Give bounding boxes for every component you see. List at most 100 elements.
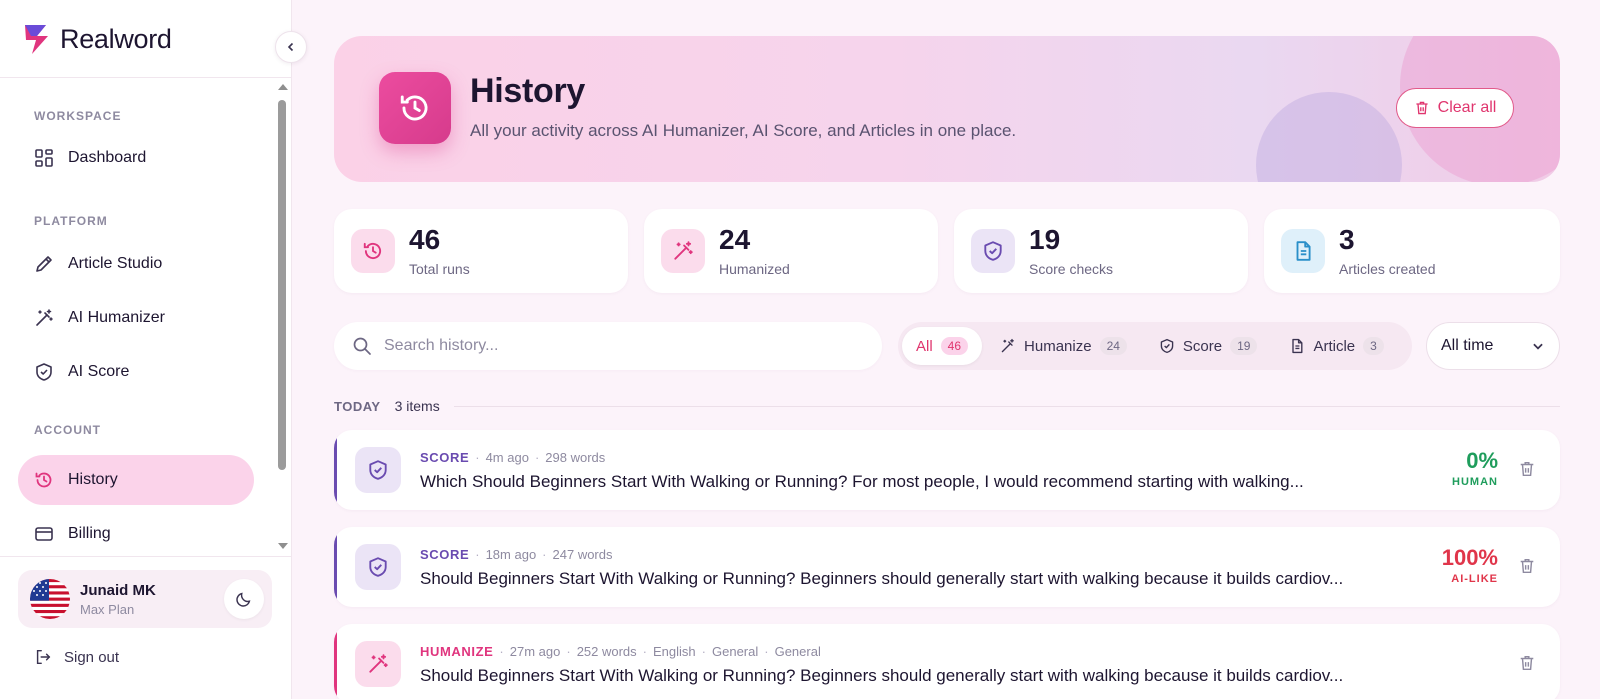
logo[interactable]: Realword <box>22 22 172 56</box>
filter-count: 24 <box>1099 337 1127 355</box>
document-icon <box>1292 338 1303 354</box>
separator: · <box>475 547 480 562</box>
sidebar-item-dashboard[interactable]: Dashboard <box>18 133 254 183</box>
sidebar-item-ai-score[interactable]: AI Score <box>18 347 254 397</box>
shield-check-icon <box>36 363 52 381</box>
score-label: HUMAN <box>1452 476 1498 488</box>
chevron-down-icon <box>1533 343 1543 350</box>
sidebar: Realword WORKSPACE Dashboard PLATFORM Ar… <box>0 0 292 699</box>
time-range-select[interactable]: All time <box>1426 322 1560 370</box>
item-words: 247 words <box>552 547 613 562</box>
sidebar-item-label: Billing <box>68 525 111 542</box>
item-time: 27m ago <box>509 644 561 659</box>
stat-icon-box <box>971 229 1015 273</box>
history-item[interactable]: SCORE · 4m ago · 298 words Which Should … <box>334 430 1560 510</box>
logo-mark-icon <box>25 25 48 54</box>
collapse-sidebar-button[interactable] <box>275 31 307 63</box>
filter-article[interactable]: Article 3 <box>1275 327 1397 365</box>
separator: · <box>701 644 706 659</box>
time-range-value: All time <box>1441 337 1494 354</box>
clear-all-button[interactable]: Clear all <box>1396 88 1514 128</box>
item-type-icon-box <box>355 641 401 687</box>
item-accent-bar <box>334 527 337 607</box>
sidebar-item-history[interactable]: History <box>18 455 254 505</box>
stat-icon-box <box>661 229 705 273</box>
stat-label: Humanized <box>719 261 790 277</box>
trash-icon <box>1416 101 1428 115</box>
filter-label: All <box>916 337 933 355</box>
clear-all-label: Clear all <box>1437 99 1497 116</box>
app-name: Realword <box>60 23 172 54</box>
sidebar-item-ai-humanizer[interactable]: AI Humanizer <box>18 293 254 343</box>
separator: · <box>764 644 769 659</box>
magic-wand-icon <box>1001 338 1014 353</box>
dashboard-icon <box>35 149 53 167</box>
delete-item-button[interactable] <box>1518 460 1536 483</box>
filter-label: Score <box>1182 337 1223 355</box>
magic-wand-icon <box>674 241 693 260</box>
separator: · <box>566 644 571 659</box>
history-item[interactable]: HUMANIZE · 27m ago · 252 words · English… <box>334 624 1560 699</box>
us-flag-icon <box>30 579 70 619</box>
filter-humanize[interactable]: Humanize 24 <box>986 327 1141 365</box>
delete-item-button[interactable] <box>1518 654 1536 677</box>
item-title: Should Beginners Start With Walking or R… <box>420 569 1344 588</box>
separator: · <box>542 547 547 562</box>
score-value: 0% <box>1466 448 1498 473</box>
sidebar-scrollbar[interactable] <box>276 84 288 554</box>
item-words: 298 words <box>545 450 606 465</box>
filter-label: Article <box>1313 337 1356 355</box>
sign-out-icon <box>36 649 51 665</box>
filter-all[interactable]: All 46 <box>902 327 983 365</box>
item-time: 18m ago <box>485 547 537 562</box>
search-input[interactable] <box>384 337 854 355</box>
item-title: Which Should Beginners Start With Walkin… <box>420 472 1304 491</box>
search-box[interactable] <box>334 322 882 370</box>
item-type: SCORE <box>420 547 470 562</box>
section-label-account: ACCOUNT <box>34 423 101 437</box>
sign-out-button[interactable]: Sign out <box>34 648 119 666</box>
sidebar-item-label: Article Studio <box>68 255 163 272</box>
trash-icon <box>1520 655 1534 671</box>
shield-check-icon <box>369 460 387 480</box>
chevron-left-icon <box>287 42 294 52</box>
magic-wand-icon <box>369 654 388 673</box>
separator: · <box>534 450 540 465</box>
user-name: Junaid MK <box>80 581 156 599</box>
type-filter-group: All 46 Humanize 24 Score 19 Article 3 <box>898 322 1412 370</box>
stat-card-total-runs: 46 Total runs <box>334 209 628 293</box>
filter-count: 3 <box>1363 337 1384 355</box>
history-badge <box>379 72 451 144</box>
user-card[interactable]: Junaid MK Max Plan <box>18 570 272 628</box>
stat-card-score-checks: 19 Score checks <box>954 209 1248 293</box>
separator: · <box>642 644 648 659</box>
sidebar-item-article-studio[interactable]: Article Studio <box>18 239 254 289</box>
document-icon <box>1296 241 1311 261</box>
item-accent-bar <box>334 430 337 510</box>
item-type: SCORE <box>420 450 470 465</box>
scroll-up-icon[interactable] <box>278 84 288 90</box>
stat-label: Score checks <box>1029 261 1114 277</box>
score-value: 100% <box>1441 545 1498 570</box>
scroll-thumb[interactable] <box>278 100 286 470</box>
moon-icon <box>236 592 251 607</box>
filter-score[interactable]: Score 19 <box>1145 327 1272 365</box>
score-label: AI-LIKE <box>1451 573 1498 585</box>
stat-label: Total runs <box>409 261 470 277</box>
history-item[interactable]: SCORE · 18m ago · 247 words Should Begin… <box>334 527 1560 607</box>
item-tone: General <box>774 644 821 659</box>
trash-icon <box>1520 461 1534 477</box>
group-count: 3 items <box>394 398 440 414</box>
theme-toggle-button[interactable] <box>224 579 264 619</box>
sidebar-item-billing[interactable]: Billing <box>18 509 254 556</box>
group-header-today: TODAY 3 items <box>334 398 1560 414</box>
page-header: History All your activity across AI Huma… <box>334 36 1560 182</box>
scroll-down-icon[interactable] <box>278 543 288 549</box>
delete-item-button[interactable] <box>1518 557 1536 580</box>
stat-icon-box <box>1281 229 1325 273</box>
item-meta: SCORE · 18m ago · 247 words <box>420 547 613 562</box>
sign-out-label: Sign out <box>64 648 120 666</box>
sidebar-item-label: AI Score <box>68 363 130 380</box>
filter-label: Humanize <box>1024 337 1092 355</box>
sidebar-item-label: History <box>68 471 118 488</box>
